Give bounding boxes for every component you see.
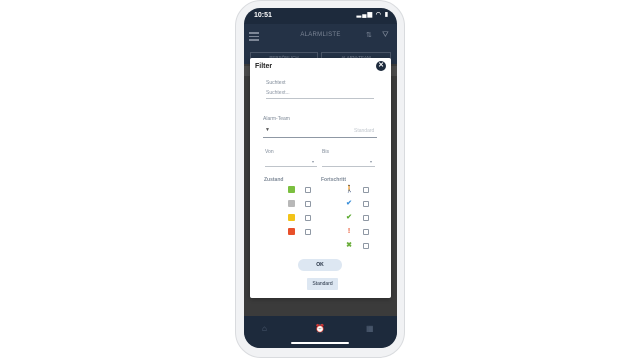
check-icon: ✔ (346, 214, 352, 221)
home-indicator (291, 342, 349, 344)
alarm-team-label: Alarm-Team (263, 116, 290, 122)
home-icon[interactable]: ⌂ (262, 324, 267, 333)
fortschritt-checkbox[interactable] (363, 242, 369, 249)
standard-button[interactable]: Standard (307, 278, 338, 290)
status-color-swatch (288, 200, 295, 207)
status-color-swatch (288, 186, 295, 193)
bis-underline (322, 166, 375, 167)
search-underline (266, 98, 374, 99)
calendar-icon[interactable]: ▦ (366, 324, 374, 333)
fortschritt-checkbox[interactable] (363, 214, 369, 221)
fortschritt-label: Fortschritt (321, 177, 346, 183)
fortschritt-checkbox[interactable] (363, 228, 369, 235)
check-icon: ✔ (346, 200, 352, 207)
walking-person-icon: 🚶 (345, 186, 354, 193)
close-icon[interactable]: ✕ (376, 61, 386, 71)
von-underline (265, 166, 317, 167)
zustand-checkbox[interactable] (305, 214, 311, 221)
zustand-checkbox[interactable] (305, 228, 311, 235)
sort-icon[interactable]: ⇅ (366, 31, 372, 39)
zustand-label: Zustand (264, 177, 284, 183)
fortschritt-checkbox[interactable] (363, 200, 369, 207)
search-input[interactable]: Suchtext... (266, 90, 290, 96)
page-title: ALARMLISTE (300, 32, 341, 38)
search-label: Suchtext (266, 80, 286, 86)
alarm-clock-icon[interactable]: ⏰ (315, 324, 325, 333)
alarm-team-underline (263, 137, 377, 138)
exclamation-icon: ! (347, 228, 351, 235)
bis-label: Bis (322, 149, 329, 155)
status-color-swatch (288, 214, 295, 221)
zustand-checkbox[interactable] (305, 186, 311, 193)
fortschritt-checkbox[interactable] (363, 186, 369, 193)
cross-icon: ✖ (346, 242, 352, 249)
status-time: 10:51 (254, 12, 272, 19)
filter-icon[interactable]: ⛛ (382, 30, 389, 40)
bis-dropdown-icon[interactable]: ▾ (370, 159, 372, 164)
ok-button[interactable]: OK (298, 259, 342, 271)
status-bar: 10:51 ▂▄▆ ◠ ▮ (244, 8, 397, 24)
app-header: ALARMLISTE ⇅ ⛛ (244, 24, 397, 50)
filter-dialog: Filter ✕ Suchtext Suchtext... Alarm-Team… (250, 58, 391, 298)
alarm-team-select[interactable]: Standard (354, 128, 374, 134)
zustand-checkbox[interactable] (305, 200, 311, 207)
chevron-down-icon[interactable]: ▼ (265, 127, 270, 133)
von-label: Von (265, 149, 274, 155)
status-icons: ▂▄▆ ◠ ▮ (356, 12, 389, 18)
von-dropdown-icon[interactable]: ▾ (312, 159, 314, 164)
status-color-swatch (288, 228, 295, 235)
dialog-title: Filter (255, 63, 273, 70)
